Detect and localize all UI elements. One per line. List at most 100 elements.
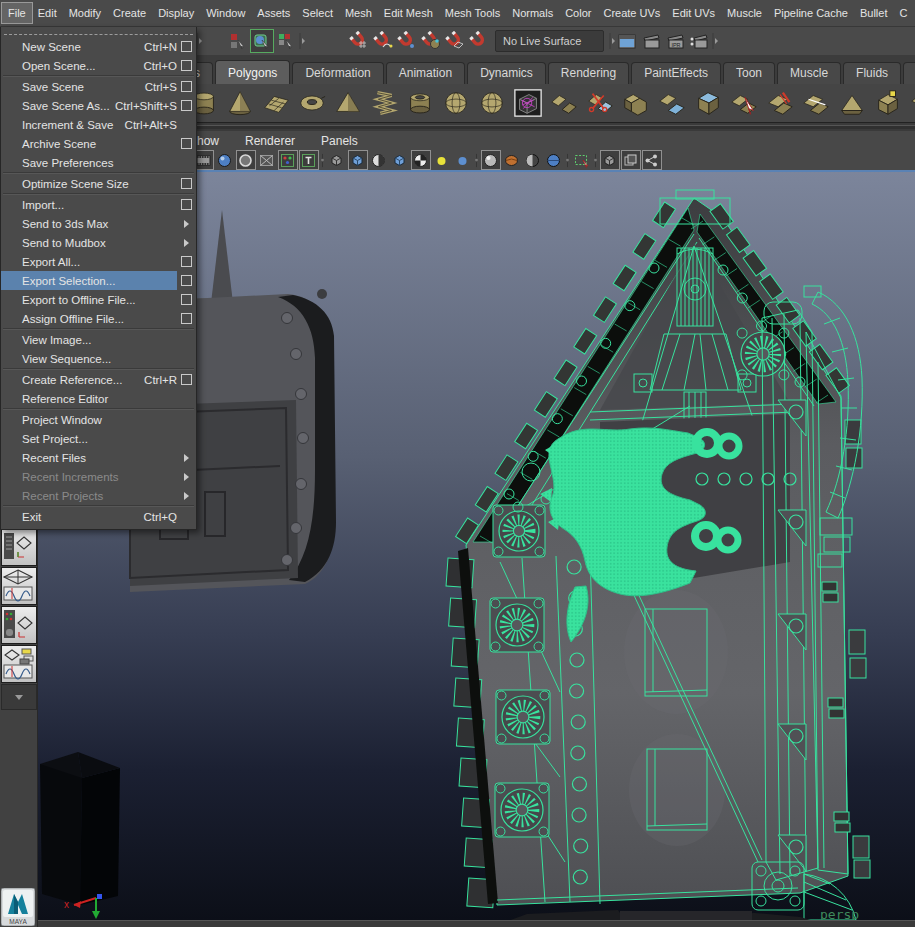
option-box-icon[interactable] — [181, 41, 192, 52]
menu-file[interactable]: File — [2, 3, 32, 23]
split-edge-ring-icon[interactable] — [763, 86, 797, 120]
panel-menu-renderer[interactable]: Renderer — [245, 134, 295, 148]
file-menu-item-assign-offline-file[interactable]: Assign Offline File... — [1, 309, 196, 328]
panel-menu-panels[interactable]: Panels — [321, 134, 358, 148]
live-surface-field[interactable]: No Live Surface — [495, 30, 604, 52]
menu-assets[interactable]: Assets — [251, 3, 296, 23]
texture-reference-icon[interactable] — [511, 86, 545, 120]
menu-edit-mesh[interactable]: Edit Mesh — [378, 3, 439, 23]
file-menu-item-archive-scene[interactable]: Archive Scene — [1, 134, 196, 153]
duplicate-face-icon[interactable] — [871, 86, 905, 120]
file-menu-item-new-scene[interactable]: New SceneCtrl+N — [1, 37, 196, 56]
menu-muscle[interactable]: Muscle — [721, 3, 768, 23]
shelf-tab-dynamics[interactable]: Dynamics — [467, 62, 546, 84]
xray-joints-icon[interactable] — [503, 151, 521, 169]
shelf-tab-animation[interactable]: Animation — [386, 62, 465, 84]
file-menu-item-export-selection[interactable]: Export Selection... — [1, 271, 196, 290]
file-menu-item-import[interactable]: Import... — [1, 195, 196, 214]
file-menu-item-save-scene[interactable]: Save SceneCtrl+S — [1, 77, 196, 96]
shelf-tab-deformation[interactable]: Deformation — [292, 62, 383, 84]
menu-pipeline-cache[interactable]: Pipeline Cache — [768, 3, 854, 23]
file-menu-item-create-reference[interactable]: Create Reference...Ctrl+R — [1, 370, 196, 389]
option-box-icon[interactable] — [181, 138, 192, 149]
menu-color[interactable]: Color — [559, 3, 597, 23]
menu-edit-uvs[interactable]: Edit UVs — [666, 3, 721, 23]
poly-pyramid-icon[interactable] — [331, 86, 365, 120]
option-box-icon[interactable] — [181, 374, 192, 385]
xray-mode-icon[interactable] — [482, 151, 500, 169]
poly-helix-icon[interactable] — [367, 86, 401, 120]
cut-faces-icon[interactable] — [583, 86, 617, 120]
textured-mode-icon[interactable] — [370, 151, 388, 169]
poly-cone-icon[interactable] — [223, 86, 257, 120]
menu-create[interactable]: Create — [107, 3, 152, 23]
mirror-geometry-icon[interactable] — [907, 86, 915, 120]
menu-c[interactable]: C — [893, 3, 913, 23]
snap-grid-icon[interactable] — [348, 30, 370, 52]
file-menu-item-export-to-offline-file[interactable]: Export to Offline File... — [1, 290, 196, 309]
grid-toggle-icon[interactable] — [237, 151, 255, 169]
menu-edit[interactable]: Edit — [32, 3, 63, 23]
isolate-view-icon[interactable] — [601, 151, 619, 169]
shelf-tab-fur[interactable]: Fur — [903, 62, 915, 84]
menu-window[interactable]: Window — [200, 3, 251, 23]
plugin-shading-icon[interactable] — [545, 151, 563, 169]
layout-persp-outliner-button[interactable] — [1, 606, 37, 644]
selection-highlight-icon[interactable] — [573, 151, 591, 169]
wireframe-model[interactable] — [446, 190, 870, 920]
shelf-tab-polygons[interactable]: Polygons — [215, 60, 290, 84]
render-settings-icon[interactable] — [688, 30, 710, 52]
ipr-render-icon[interactable]: IPR — [664, 30, 686, 52]
select-object-icon[interactable] — [251, 30, 273, 52]
shelf-tab-rendering[interactable]: Rendering — [548, 62, 629, 84]
menu-tearoff[interactable] — [4, 28, 193, 35]
extract-face-icon[interactable] — [727, 86, 761, 120]
shaded-mode-icon[interactable] — [349, 151, 367, 169]
shelf-tab-muscle[interactable]: Muscle — [777, 62, 841, 84]
file-menu-item-recent-projects[interactable]: Recent Projects — [1, 486, 196, 505]
film-gate-icon[interactable] — [258, 151, 276, 169]
poly-sphere-icon[interactable] — [439, 86, 473, 120]
black-box-model[interactable] — [40, 752, 120, 905]
file-menu-item-save-preferences[interactable]: Save Preferences — [1, 153, 196, 172]
file-menu-item-send-to-mudbox[interactable]: Send to Mudbox — [1, 233, 196, 252]
camera-attributes-icon[interactable] — [216, 151, 234, 169]
menu-normals[interactable]: Normals — [506, 3, 559, 23]
snap-curve-icon[interactable] — [372, 30, 394, 52]
shadows-icon[interactable] — [412, 151, 430, 169]
file-menu-item-increment-save[interactable]: Increment & SaveCtrl+Alt+S — [1, 115, 196, 134]
option-box-icon[interactable] — [181, 313, 192, 324]
poly-plane-icon[interactable] — [259, 86, 293, 120]
file-menu-item-export-all[interactable]: Export All... — [1, 252, 196, 271]
insert-edge-loop-icon[interactable] — [799, 86, 833, 120]
file-menu-item-recent-increments[interactable]: Recent Increments — [1, 467, 196, 486]
smooth-sphere-icon[interactable] — [475, 86, 509, 120]
render-current-frame-icon[interactable] — [640, 30, 662, 52]
isolate-select-icon[interactable] — [524, 151, 542, 169]
snap-view-plane-icon[interactable] — [444, 30, 466, 52]
file-menu-item-open-scene[interactable]: Open Scene...Ctrl+O — [1, 56, 196, 75]
all-lights-icon[interactable] — [391, 151, 409, 169]
make-live-icon[interactable] — [468, 30, 490, 52]
poly-torus-icon[interactable] — [295, 86, 329, 120]
menu-mesh[interactable]: Mesh — [339, 3, 378, 23]
wireframe-mode-icon[interactable] — [328, 151, 346, 169]
split-mesh-icon[interactable] — [655, 86, 689, 120]
quad-patch-icon[interactable] — [547, 86, 581, 120]
file-menu-item-recent-files[interactable]: Recent Files — [1, 448, 196, 467]
shelf-tab-toon[interactable]: Toon — [723, 62, 775, 84]
snap-projected-center-icon[interactable] — [420, 30, 442, 52]
menu-modify[interactable]: Modify — [63, 3, 107, 23]
select-component-icon[interactable] — [275, 30, 297, 52]
bevel-icon[interactable] — [835, 86, 869, 120]
file-menu-item-exit[interactable]: ExitCtrl+Q — [1, 507, 196, 526]
file-menu-item-set-project[interactable]: Set Project... — [1, 429, 196, 448]
layout-single-persp-button[interactable] — [1, 528, 37, 566]
option-box-icon[interactable] — [181, 275, 192, 286]
layout-four-view-button[interactable] — [1, 567, 37, 605]
option-box-icon[interactable] — [181, 294, 192, 305]
option-box-icon[interactable] — [181, 256, 192, 267]
menu-select[interactable]: Select — [296, 3, 339, 23]
option-box-icon[interactable] — [181, 60, 192, 71]
layout-persp-graph-button[interactable] — [1, 645, 37, 683]
